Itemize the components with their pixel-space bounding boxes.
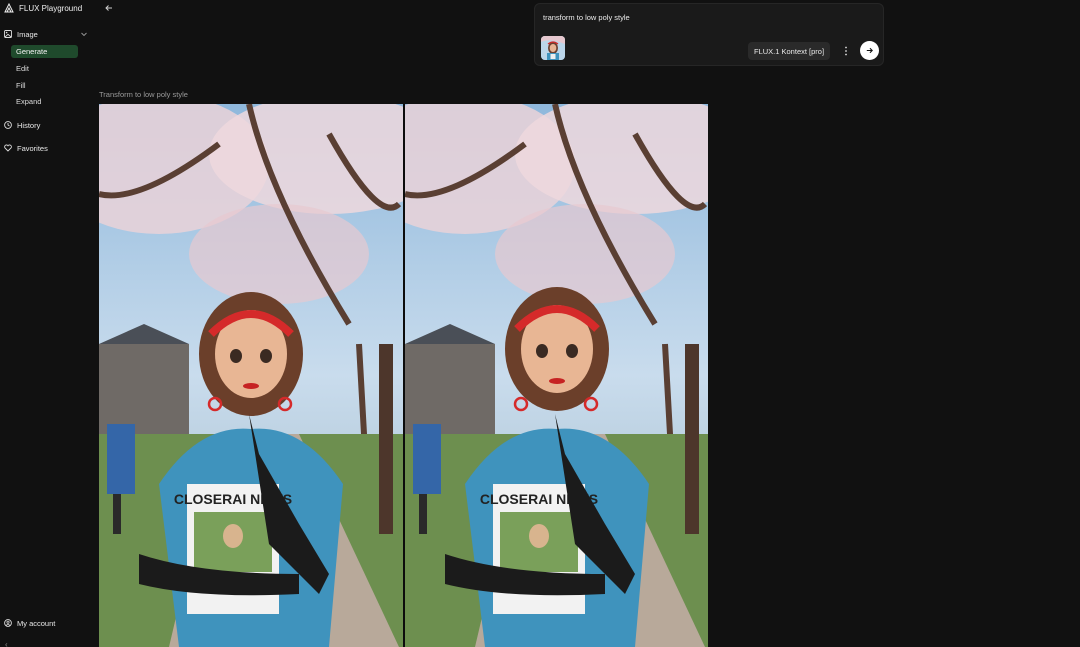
sidebar-item-label: My account <box>17 618 56 628</box>
original-image[interactable]: CLOSERAI NEWS <box>99 104 403 647</box>
result-caption: Transform to low poly style <box>99 90 188 99</box>
thumbnail-illustration <box>541 36 565 60</box>
more-options-icon[interactable] <box>841 44 851 58</box>
flux-logo-icon <box>4 3 14 13</box>
sidebar-item-label: History <box>17 120 41 130</box>
original-image-illustration: CLOSERAI NEWS <box>99 104 403 647</box>
app-title: FLUX Playground <box>19 3 83 13</box>
brand[interactable]: FLUX Playground <box>4 3 82 13</box>
back-arrow-icon[interactable] <box>104 3 114 13</box>
sidebar-item-generate[interactable]: Generate <box>11 45 78 58</box>
sidebar-item-history[interactable]: History <box>4 118 40 132</box>
vertical-dots-glyph <box>845 46 847 56</box>
result-image-illustration: CLOSERAI NEWS <box>405 104 708 647</box>
sidebar-item-favorites[interactable]: Favorites <box>4 141 48 155</box>
submit-button[interactable] <box>860 41 879 60</box>
arrow-right-icon <box>866 47 873 54</box>
sidebar-item-image[interactable]: Image <box>4 27 88 41</box>
sidebar-item-label: Image <box>17 29 38 39</box>
image-icon <box>4 30 12 38</box>
sidebar-item-label: Favorites <box>17 143 48 153</box>
prompt-panel: transform to low poly style FLUX.1 Konte… <box>534 3 884 66</box>
sidebar-item-account[interactable]: My account <box>4 616 55 630</box>
collapse-sidebar-icon[interactable]: ‹ <box>5 640 8 647</box>
user-circle-icon <box>4 619 12 627</box>
sidebar-item-expand[interactable]: Expand <box>11 95 78 108</box>
heart-icon <box>4 144 12 152</box>
sidebar-item-fill[interactable]: Fill <box>11 79 78 92</box>
model-select-button[interactable]: FLUX.1 Kontext [pro] <box>748 42 831 60</box>
sidebar: FLUX Playground Image Generate Edit Fill… <box>0 0 92 647</box>
reference-image-thumbnail[interactable] <box>541 36 565 60</box>
clock-icon <box>4 121 12 129</box>
prompt-input[interactable]: transform to low poly style <box>543 13 630 22</box>
sidebar-item-edit[interactable]: Edit <box>11 62 78 75</box>
chevron-down-icon <box>81 32 87 37</box>
result-image[interactable]: CLOSERAI NEWS <box>405 104 708 647</box>
